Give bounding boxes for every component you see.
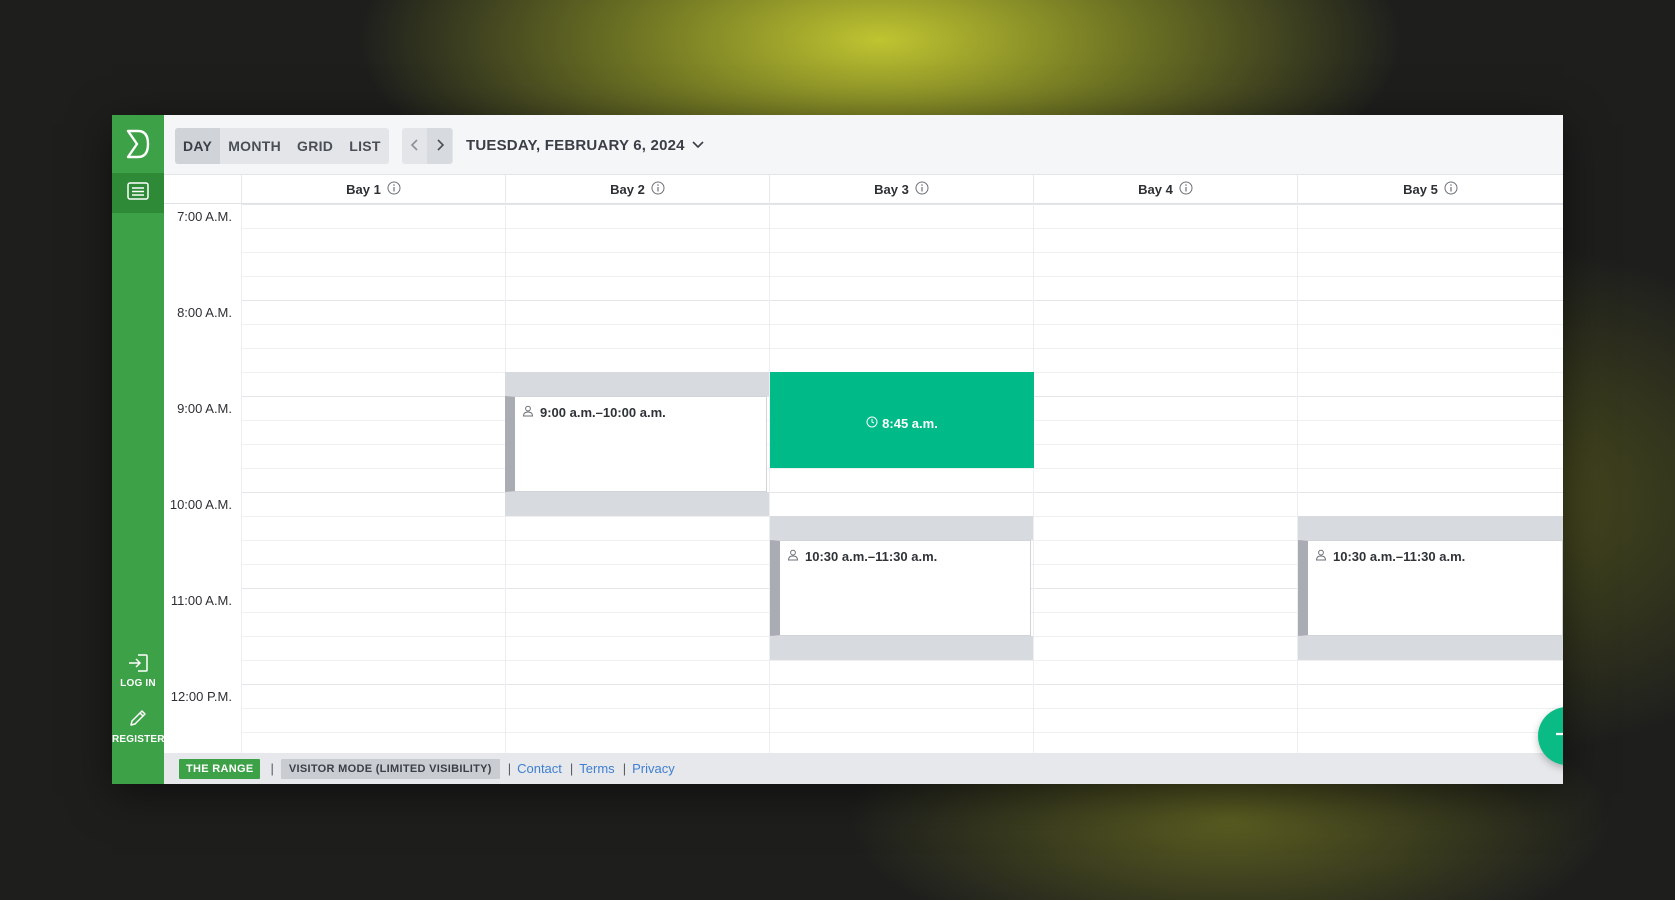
view-switcher: DAY MONTH GRID LIST — [175, 128, 389, 164]
date-title: TUESDAY, FEBRUARY 6, 2024 — [466, 137, 685, 154]
buffer-block — [505, 372, 769, 396]
grid-line — [241, 348, 1563, 349]
login-icon — [127, 654, 149, 676]
grid-line — [241, 684, 1563, 685]
view-list-button[interactable]: LIST — [341, 128, 389, 164]
slot-label: 8:45 a.m. — [866, 378, 938, 468]
bay-label: Bay 1 — [346, 181, 381, 197]
terms-link[interactable]: Terms — [579, 761, 614, 776]
user-icon — [1315, 549, 1327, 564]
booking-time: 10:30 a.m.–11:30 a.m. — [1333, 549, 1466, 564]
buffer-block — [1298, 636, 1563, 660]
view-month-button[interactable]: MONTH — [220, 128, 289, 164]
booking-label: 9:00 a.m.–10:00 a.m. — [522, 405, 666, 420]
bay-header-1[interactable]: Bay 1 — [241, 175, 505, 203]
column-line — [769, 204, 770, 753]
buffer-block — [770, 516, 1033, 540]
time-label: 7:00 A.M. — [177, 209, 232, 224]
buffer-block — [1298, 516, 1563, 540]
pencil-icon — [128, 710, 148, 732]
calendar-app: LOG IN REGISTER DAY MONTH GRID LIST TUES… — [112, 115, 1563, 784]
time-label: 11:00 A.M. — [170, 593, 232, 608]
booking-time: 10:30 a.m.–11:30 a.m. — [805, 549, 938, 564]
info-icon[interactable] — [1444, 181, 1458, 198]
divider: | — [622, 761, 627, 776]
info-icon[interactable] — [387, 181, 401, 198]
grid-line — [241, 276, 1563, 277]
visitor-mode-badge: VISITOR MODE (LIMITED VISIBILITY) — [280, 758, 500, 779]
buffer-block — [505, 492, 769, 516]
slot-time: 8:45 a.m. — [882, 415, 938, 431]
date-picker[interactable]: TUESDAY, FEBRUARY 6, 2024 — [466, 128, 705, 164]
register-label: REGISTER — [112, 734, 165, 745]
grid-line — [241, 708, 1563, 709]
bay-label: Bay 4 — [1138, 181, 1173, 197]
list-icon — [127, 182, 149, 204]
column-line — [241, 204, 242, 753]
time-label: 12:00 P.M. — [170, 689, 232, 704]
bay-header-2[interactable]: Bay 2 — [505, 175, 769, 203]
booking-event[interactable]: 10:30 a.m.–11:30 a.m. — [770, 540, 1031, 636]
booking-label: 10:30 a.m.–11:30 a.m. — [1315, 549, 1465, 564]
chevron-right-icon — [435, 137, 445, 156]
grid-line — [241, 468, 1563, 469]
range-badge: THE RANGE — [179, 758, 261, 779]
buffer-block — [770, 636, 1033, 660]
info-icon[interactable] — [1179, 181, 1193, 198]
bay-header-5[interactable]: Bay 5 — [1297, 175, 1563, 203]
info-icon[interactable] — [651, 181, 665, 198]
login-label: LOG IN — [120, 678, 156, 689]
time-label: 8:00 A.M. — [177, 305, 232, 320]
bay-label: Bay 5 — [1403, 181, 1438, 197]
booking-event[interactable]: 10:30 a.m.–11:30 a.m. — [1298, 540, 1563, 636]
available-slot-event[interactable]: 8:45 a.m. — [770, 372, 1034, 468]
clock-icon — [866, 416, 878, 431]
prev-day-button[interactable] — [402, 128, 427, 164]
divider: | — [507, 761, 512, 776]
column-line — [1033, 204, 1034, 753]
bay-header-row: Bay 1 Bay 2 Bay 3 Bay 4 Bay 5 — [164, 175, 1563, 204]
info-icon[interactable] — [915, 181, 929, 198]
grid-line — [241, 204, 1563, 205]
grid-line — [241, 492, 1563, 493]
bay-label: Bay 2 — [610, 181, 645, 197]
booking-time: 9:00 a.m.–10:00 a.m. — [540, 405, 666, 420]
grid-line — [241, 324, 1563, 325]
grid-line — [241, 732, 1563, 733]
divider: | — [569, 761, 574, 776]
list-view-button[interactable] — [112, 173, 164, 213]
login-button[interactable]: LOG IN — [112, 654, 164, 689]
column-line — [1297, 204, 1298, 753]
register-button[interactable]: REGISTER — [112, 708, 165, 745]
footer: THE RANGE | VISITOR MODE (LIMITED VISIBI… — [164, 753, 1563, 784]
main-area: DAY MONTH GRID LIST TUESDAY, FEBRUARY 6,… — [164, 115, 1563, 784]
date-nav — [402, 128, 453, 164]
toolbar: DAY MONTH GRID LIST TUESDAY, FEBRUARY 6,… — [164, 115, 1563, 175]
sidebar: LOG IN REGISTER — [112, 115, 165, 784]
day-grid[interactable]: 7:00 A.M. 8:00 A.M. 9:00 A.M. 10:00 A.M.… — [164, 204, 1563, 753]
divider: | — [270, 761, 274, 776]
user-icon — [522, 405, 534, 420]
view-grid-button[interactable]: GRID — [289, 128, 341, 164]
range-logo-icon[interactable] — [112, 115, 164, 173]
grid-line — [241, 300, 1563, 301]
chevron-down-icon — [691, 128, 705, 164]
booking-label: 10:30 a.m.–11:30 a.m. — [787, 549, 937, 564]
booking-event[interactable]: 9:00 a.m.–10:00 a.m. — [505, 396, 767, 492]
grid-line — [241, 228, 1563, 229]
grid-line — [241, 252, 1563, 253]
contact-link[interactable]: Contact — [517, 761, 562, 776]
user-icon — [787, 549, 799, 564]
grid-line — [241, 660, 1563, 661]
bay-header-3[interactable]: Bay 3 — [769, 175, 1033, 203]
plus-icon — [1554, 721, 1563, 751]
bay-header-4[interactable]: Bay 4 — [1033, 175, 1297, 203]
next-day-button[interactable] — [427, 128, 452, 164]
bay-label: Bay 3 — [874, 181, 909, 197]
chevron-left-icon — [410, 137, 420, 156]
time-label: 9:00 A.M. — [177, 401, 232, 416]
time-label: 10:00 A.M. — [169, 497, 232, 512]
view-day-button[interactable]: DAY — [175, 128, 221, 164]
privacy-link[interactable]: Privacy — [632, 761, 675, 776]
